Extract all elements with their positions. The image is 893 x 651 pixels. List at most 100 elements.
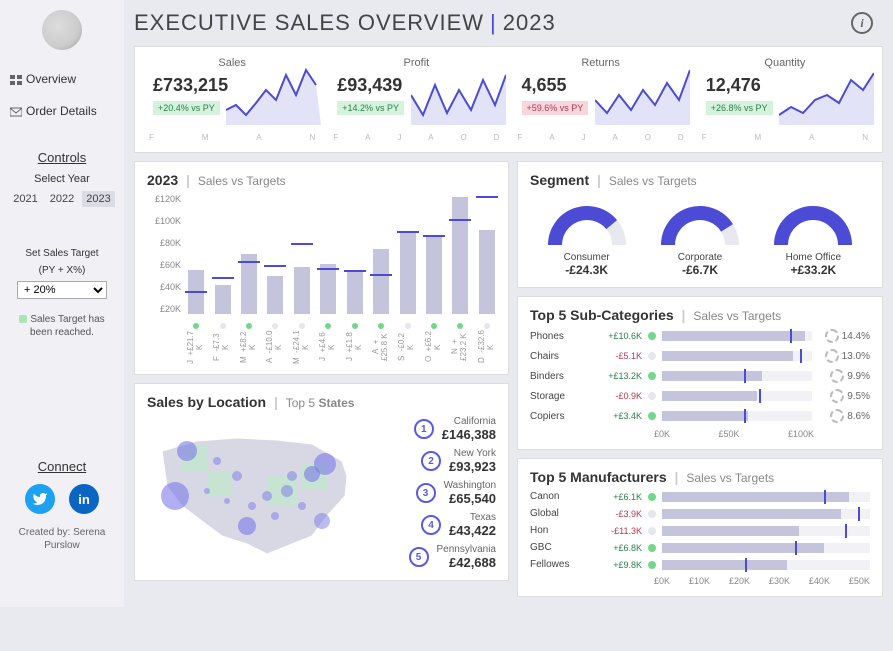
bar-target-mark bbox=[449, 219, 471, 221]
linkedin-icon[interactable]: in bbox=[69, 484, 99, 514]
state-item-5[interactable]: 5 Pennsylvania£42,688 bbox=[409, 544, 496, 570]
subcategories-card: Top 5 Sub-Categories | Sales vs Targets … bbox=[517, 296, 883, 450]
bar-col[interactable] bbox=[266, 276, 284, 314]
kpi-delta: +20.4% vs PY bbox=[153, 101, 220, 115]
bullet-row-gbc[interactable]: GBC +£6.8K bbox=[530, 542, 870, 553]
map-title: Sales by Location | Top 5 States bbox=[147, 394, 496, 410]
connect-heading: Connect bbox=[38, 459, 86, 474]
state-name: New York bbox=[449, 448, 496, 459]
target-select[interactable]: + 20% bbox=[17, 281, 107, 299]
bullet-row-canon[interactable]: Canon +£6.1K bbox=[530, 491, 870, 502]
state-item-3[interactable]: 3 Washington£65,540 bbox=[416, 480, 496, 506]
bar-x-label: A +£25.8 K bbox=[372, 330, 390, 364]
state-item-2[interactable]: 2 New York£93,923 bbox=[421, 448, 496, 474]
bullet-delta: +£10.6K bbox=[594, 331, 642, 341]
target-dot-icon bbox=[405, 323, 411, 329]
target-dot-icon bbox=[299, 323, 305, 329]
bar-col[interactable] bbox=[425, 236, 443, 314]
bullet-delta: -£11.3K bbox=[594, 526, 642, 536]
rank-badge: 3 bbox=[416, 483, 436, 503]
bar-col[interactable] bbox=[240, 254, 258, 314]
state-value: £42,688 bbox=[437, 555, 496, 570]
nav-overview[interactable]: Overview bbox=[6, 66, 118, 92]
bar-col[interactable] bbox=[478, 230, 496, 314]
bar-col[interactable] bbox=[398, 232, 416, 314]
target-dot-icon bbox=[193, 323, 199, 329]
bullet-bar bbox=[662, 411, 812, 421]
bar-x-label: J +£4.6 K bbox=[319, 330, 337, 364]
gauge-home-office[interactable]: Home Office +£33.2K bbox=[768, 200, 858, 277]
us-map[interactable] bbox=[147, 416, 367, 566]
bar-target-mark bbox=[423, 235, 445, 237]
bullet-row-storage[interactable]: Storage -£0.9K 9.5% bbox=[530, 389, 870, 403]
bullet-name: Hon bbox=[530, 525, 588, 536]
bullet-row-chairs[interactable]: Chairs -£5.1K 13.0% bbox=[530, 349, 870, 363]
bullet-row-hon[interactable]: Hon -£11.3K bbox=[530, 525, 870, 536]
kpi-delta: +26.8% vs PY bbox=[706, 101, 773, 115]
gauge-corporate[interactable]: Corporate -£6.7K bbox=[655, 200, 745, 277]
nav-overview-label: Overview bbox=[26, 72, 76, 86]
year-option-2021[interactable]: 2021 bbox=[9, 191, 41, 207]
bar-col[interactable] bbox=[319, 264, 337, 314]
gauge-consumer[interactable]: Consumer -£24.3K bbox=[542, 200, 632, 277]
segment-title: Segment | Sales vs Targets bbox=[530, 172, 870, 188]
rank-badge: 1 bbox=[414, 419, 434, 439]
bar-col[interactable] bbox=[187, 270, 205, 314]
envelope-icon bbox=[10, 106, 22, 116]
bullet-bar bbox=[662, 351, 812, 361]
bar-rect bbox=[400, 232, 416, 314]
target-dot-icon bbox=[648, 392, 656, 400]
bullet-row-global[interactable]: Global -£3.9K bbox=[530, 508, 870, 519]
bar-col[interactable] bbox=[372, 249, 390, 314]
bullet-name: Fellowes bbox=[530, 559, 588, 570]
bar-target-mark bbox=[317, 268, 339, 270]
sparkline-icon bbox=[779, 65, 874, 125]
bar-x-label: O +£6.2 K bbox=[425, 330, 443, 364]
target-dot-icon bbox=[648, 412, 656, 420]
year-option-2022[interactable]: 2022 bbox=[46, 191, 78, 207]
bar-col[interactable] bbox=[346, 270, 364, 314]
grid-icon bbox=[10, 74, 22, 84]
kpi-sales: Sales £733,215 +20.4% vs PY FMAN bbox=[143, 53, 321, 146]
sales-vs-targets-card: 2023 | Sales vs Targets £120K£100K£80K£6… bbox=[134, 161, 509, 375]
bullet-row-fellowes[interactable]: Fellowes +£9.8K bbox=[530, 559, 870, 570]
sales-by-location-card: Sales by Location | Top 5 States bbox=[134, 383, 509, 581]
target-reached-note: Sales Target hasbeen reached. bbox=[17, 313, 107, 339]
bar-col[interactable] bbox=[293, 267, 311, 314]
nav-order-details[interactable]: Order Details bbox=[6, 98, 118, 124]
bar-rect bbox=[452, 197, 468, 314]
manufacturers-card: Top 5 Manufacturers | Sales vs Targets C… bbox=[517, 458, 883, 597]
bar-target-mark bbox=[185, 291, 207, 293]
year-option-2023[interactable]: 2023 bbox=[82, 191, 114, 207]
twitter-icon[interactable] bbox=[25, 484, 55, 514]
page-title: EXECUTIVE SALES OVERVIEW|2023 bbox=[134, 10, 556, 36]
bar-target-mark bbox=[264, 265, 286, 267]
target-dot-icon bbox=[648, 493, 656, 501]
state-item-4[interactable]: 4 Texas£43,422 bbox=[421, 512, 496, 538]
bar-target-mark bbox=[212, 277, 234, 279]
gauge-label: Consumer bbox=[542, 252, 632, 263]
bullet-pct: 9.9% bbox=[818, 369, 870, 383]
state-item-1[interactable]: 1 California£146,388 bbox=[414, 416, 496, 442]
kpi-quantity: Quantity 12,476 +26.8% vs PY FMAN bbox=[696, 53, 874, 146]
bullet-name: Canon bbox=[530, 491, 588, 502]
bullet-pct: 8.6% bbox=[818, 409, 870, 423]
bullet-row-binders[interactable]: Binders +£13.2K 9.9% bbox=[530, 369, 870, 383]
bullet-delta: +£9.8K bbox=[594, 560, 642, 570]
bullet-bar bbox=[662, 492, 870, 502]
target-dot-icon bbox=[484, 323, 490, 329]
bullet-row-phones[interactable]: Phones +£10.6K 14.4% bbox=[530, 329, 870, 343]
bullet-delta: -£5.1K bbox=[594, 351, 642, 361]
state-name: Texas bbox=[449, 512, 496, 523]
manufacturers-title: Top 5 Manufacturers | Sales vs Targets bbox=[530, 469, 870, 485]
bar-col[interactable] bbox=[213, 285, 231, 314]
info-icon[interactable]: i bbox=[851, 12, 873, 34]
bullet-row-copiers[interactable]: Copiers +£3.4K 8.6% bbox=[530, 409, 870, 423]
bar-x-label: M +£8.2 K bbox=[240, 330, 258, 364]
donut-icon bbox=[830, 409, 844, 423]
bar-col[interactable] bbox=[451, 197, 469, 314]
target-dot-icon bbox=[325, 323, 331, 329]
donut-icon bbox=[825, 329, 839, 343]
bar-target-mark bbox=[476, 196, 498, 198]
kpi-row: Sales £733,215 +20.4% vs PY FMAN Profit … bbox=[134, 46, 883, 153]
